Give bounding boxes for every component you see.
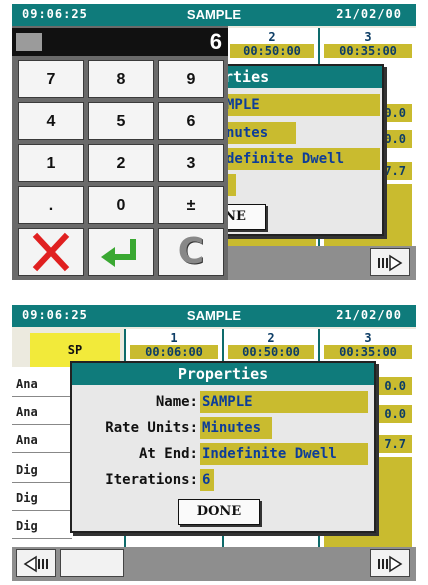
segment-time: 00:50:00 bbox=[228, 345, 314, 359]
next-page-button[interactable] bbox=[370, 549, 410, 577]
key-decimal[interactable]: . bbox=[18, 186, 84, 224]
segment-number: 2 bbox=[267, 331, 275, 345]
segment-time: 00:35:00 bbox=[324, 44, 412, 58]
next-page-icon bbox=[378, 254, 403, 272]
clock-date: 21/02/00 bbox=[336, 308, 402, 322]
iterations-row: Iterations: 6 bbox=[72, 469, 374, 491]
iterations-label: Iterations: bbox=[105, 472, 198, 488]
clear-label: C bbox=[177, 231, 205, 272]
row-label-digital[interactable]: Dig bbox=[12, 457, 72, 483]
keypad-display: 6 bbox=[12, 28, 228, 56]
rate-units-label: Rate Units: bbox=[105, 420, 198, 436]
row-label-analog[interactable]: Ana bbox=[12, 399, 72, 425]
numeric-keypad: 6 7 8 9 4 5 6 1 2 3 . 0 ± C bbox=[12, 26, 228, 280]
next-page-icon bbox=[378, 555, 403, 573]
at-end-value[interactable]: definite Dwell bbox=[224, 148, 380, 170]
row-label-digital[interactable]: Dig bbox=[12, 513, 72, 539]
clear-button[interactable]: C bbox=[158, 228, 224, 276]
dialog-title: Properties bbox=[72, 363, 374, 385]
segment-number: 2 bbox=[268, 30, 276, 44]
name-label: Name: bbox=[155, 394, 198, 410]
key-5[interactable]: 5 bbox=[88, 102, 154, 140]
segment-header: 3 00:35:00 bbox=[324, 30, 412, 64]
screen-keypad-view: 09:06:25 SAMPLE 21/02/00 2 00:50:00 3 00… bbox=[12, 4, 416, 280]
cursor-block bbox=[16, 33, 42, 51]
rate-units-value[interactable]: Minutes bbox=[200, 417, 272, 439]
prev-page-button[interactable] bbox=[16, 549, 56, 577]
enter-button[interactable] bbox=[88, 228, 154, 276]
segment-header: 1 00:06:00 bbox=[130, 331, 218, 365]
key-plus-minus[interactable]: ± bbox=[158, 186, 224, 224]
key-6[interactable]: 6 bbox=[158, 102, 224, 140]
at-end-row: At End: Indefinite Dwell bbox=[72, 443, 374, 465]
at-end-label: At End: bbox=[138, 446, 198, 462]
title-bar: 09:06:25 SAMPLE 21/02/00 bbox=[12, 305, 416, 327]
key-2[interactable]: 2 bbox=[88, 144, 154, 182]
title-bar: 09:06:25 SAMPLE 21/02/00 bbox=[12, 4, 416, 26]
name-row: Name: SAMPLE bbox=[72, 391, 374, 413]
key-3[interactable]: 3 bbox=[158, 144, 224, 182]
segment-header: 2 00:50:00 bbox=[230, 30, 314, 64]
bottom-nav-bar bbox=[228, 246, 416, 280]
cancel-button[interactable] bbox=[18, 228, 84, 276]
enter-arrow-icon bbox=[101, 239, 136, 267]
row-label-digital[interactable]: Dig bbox=[12, 485, 72, 511]
segment-time: 00:06:00 bbox=[130, 345, 218, 359]
next-page-button[interactable] bbox=[370, 248, 410, 276]
key-4[interactable]: 4 bbox=[18, 102, 84, 140]
name-value[interactable]: SAMPLE bbox=[200, 391, 368, 413]
segment-number: 3 bbox=[364, 30, 372, 44]
key-9[interactable]: 9 bbox=[158, 60, 224, 98]
display-value: 6 bbox=[209, 29, 222, 54]
segment-header: 2 00:50:00 bbox=[228, 331, 314, 365]
properties-dialog: Properties Name: SAMPLE Rate Units: Minu… bbox=[70, 361, 376, 533]
iterations-value[interactable]: 6 bbox=[200, 469, 214, 491]
cancel-x-icon bbox=[32, 232, 70, 272]
segment-header: 3 00:35:00 bbox=[324, 331, 412, 365]
done-button[interactable]: DONE bbox=[178, 499, 260, 525]
rate-units-row: Rate Units: Minutes bbox=[72, 417, 374, 439]
prev-page-icon bbox=[23, 555, 48, 573]
row-label-analog[interactable]: Ana bbox=[12, 371, 72, 397]
screen-properties-view: 09:06:25 SAMPLE 21/02/00 SP 1 00:06:00 2… bbox=[12, 305, 416, 581]
key-8[interactable]: 8 bbox=[88, 60, 154, 98]
segment-number: 3 bbox=[364, 331, 372, 345]
clock-date: 21/02/00 bbox=[336, 7, 402, 21]
key-0[interactable]: 0 bbox=[88, 186, 154, 224]
rate-units-value[interactable]: nutes bbox=[224, 122, 296, 144]
segment-time: 00:50:00 bbox=[230, 44, 314, 58]
at-end-value[interactable]: Indefinite Dwell bbox=[200, 443, 368, 465]
name-value[interactable]: MPLE bbox=[224, 94, 380, 116]
key-7[interactable]: 7 bbox=[18, 60, 84, 98]
bottom-nav-bar bbox=[12, 547, 416, 581]
row-label-analog[interactable]: Ana bbox=[12, 427, 72, 453]
blank-nav-button[interactable] bbox=[60, 549, 124, 577]
segment-time: 00:35:00 bbox=[324, 345, 412, 359]
segment-number: 1 bbox=[170, 331, 178, 345]
key-1[interactable]: 1 bbox=[18, 144, 84, 182]
